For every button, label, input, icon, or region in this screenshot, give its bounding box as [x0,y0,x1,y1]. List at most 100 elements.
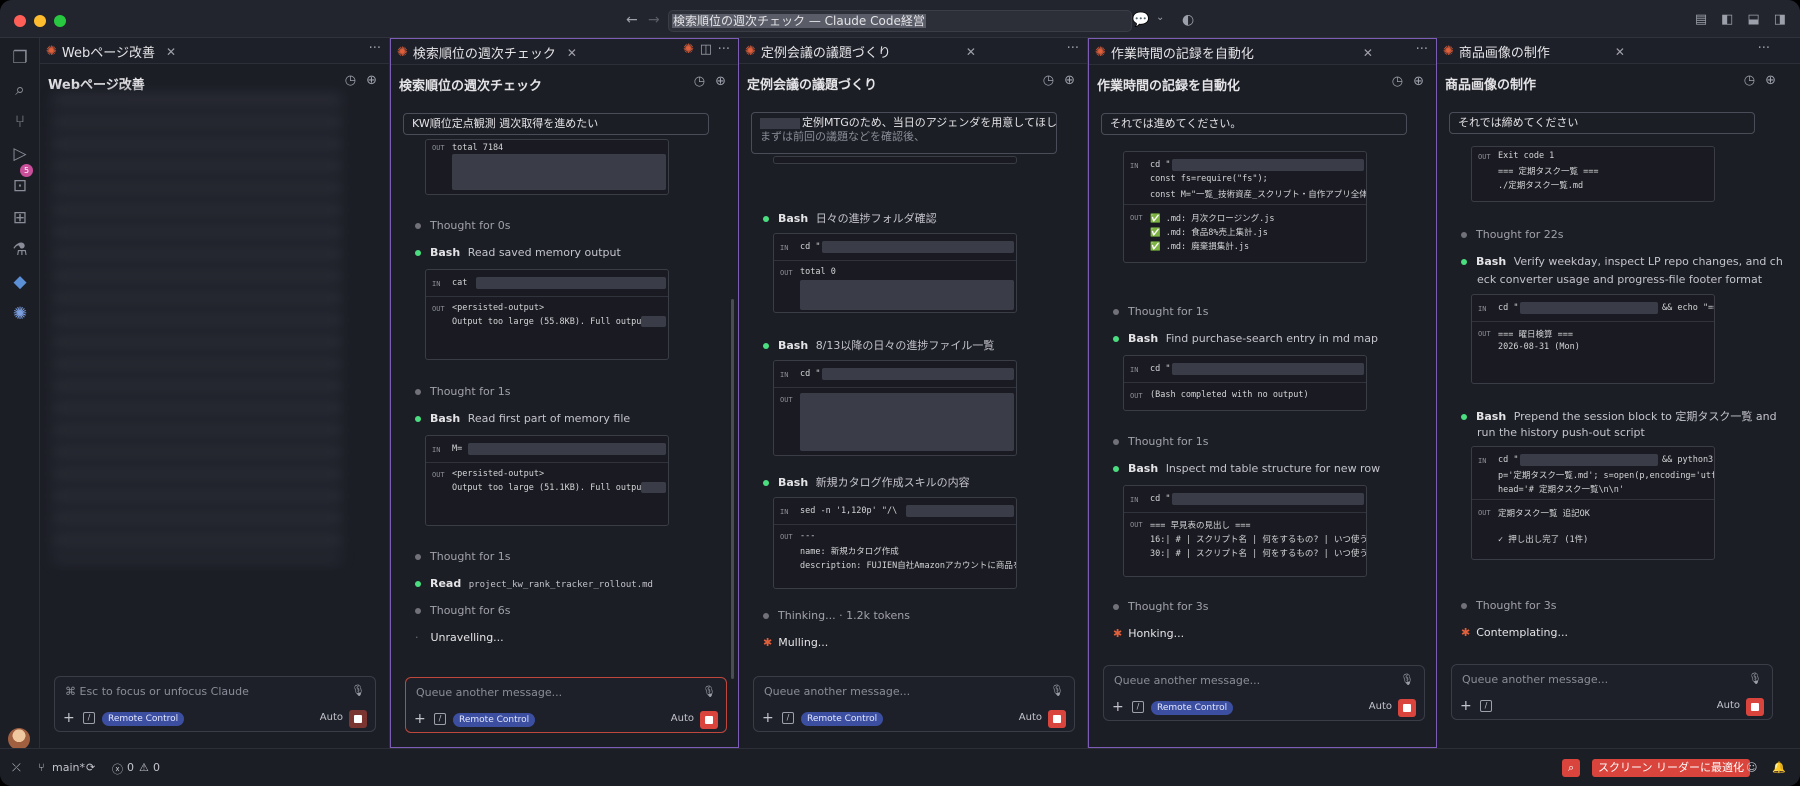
new-chat-icon[interactable]: ⊕ [366,73,377,88]
mic-icon[interactable]: 🎙 [351,684,365,697]
close-tab-icon[interactable]: ✕ [166,45,176,59]
tab-time-tracking[interactable]: ✺ 作業時間の記録を自動化 ✕ [1095,43,1373,62]
message-input[interactable]: ⌘ Esc to focus or unfocus Claude 🎙 + / R… [54,676,376,732]
history-icon[interactable]: ◷ [1392,74,1403,89]
command-center-search[interactable]: 検索順位の週次チェック — Claude Code経営 [668,10,1132,32]
add-icon[interactable]: + [1460,698,1472,714]
add-icon[interactable]: + [1112,699,1124,715]
minimize-window-button[interactable] [34,15,46,27]
forward-arrow-icon[interactable]: → [648,12,660,28]
testing-icon[interactable]: ⚗ [10,240,30,260]
read-row[interactable]: Read project_kw_rank_tracker_rollout.md [415,577,653,590]
zoom-icon[interactable]: ⌕ [1562,759,1581,777]
remote-control-badge[interactable]: Remote Control [102,712,185,726]
close-tab-icon[interactable]: ✕ [1615,45,1625,59]
branch-icon[interactable]: ⑂ [38,761,45,774]
bell-icon[interactable]: 🔔 [1772,761,1786,774]
claude-icon[interactable]: ✺ [683,42,694,57]
bash-row[interactable]: Bash Read first part of memory file [415,412,630,425]
new-chat-icon[interactable]: ⊕ [1064,73,1075,88]
history-icon[interactable]: ◷ [1744,73,1755,88]
message-input[interactable]: Queue another message... 🎙 + / Auto [1451,664,1773,720]
error-icon[interactable]: ⓧ [112,761,123,777]
new-chat-icon[interactable]: ⊕ [715,74,726,89]
bash-row[interactable]: Bash Read saved memory output [415,246,621,259]
close-tab-icon[interactable]: ✕ [1363,46,1373,60]
warning-count[interactable]: 0 [153,761,160,774]
more-icon[interactable]: ··· [369,41,381,56]
bash-row[interactable]: Bash 8/13以降の日々の進捗ファイル一覧 [763,337,994,353]
source-control-icon[interactable]: ⑂ [10,112,30,132]
close-tab-icon[interactable]: ✕ [966,45,976,59]
claude-icon[interactable]: ✺ [10,304,30,324]
close-tab-icon[interactable]: ✕ [567,46,577,60]
message-input[interactable]: Queue another message... 🎙 + / Remote Co… [405,677,727,733]
history-icon[interactable]: ◷ [694,74,705,89]
chevron-down-icon[interactable]: ⌄ [1156,12,1164,23]
mic-icon[interactable]: 🎙 [1050,684,1064,697]
warning-icon[interactable]: ⚠ [139,761,149,774]
tab-kw-rank[interactable]: ✺ 検索順位の週次チェック ✕ [397,43,577,62]
bash-row[interactable]: Bash Verify weekday, inspect LP repo cha… [1461,255,1783,268]
search-icon[interactable]: ⌕ [10,80,30,100]
screen-reader-button[interactable]: スクリーン リーダーに最適化 [1592,759,1750,777]
add-icon[interactable]: + [63,710,75,726]
auto-mode[interactable]: Auto [671,713,694,724]
explorer-icon[interactable]: ❐ [10,48,30,68]
sync-icon[interactable]: ⟳ [86,761,95,774]
copilot-icon[interactable]: ◐ [1182,12,1194,28]
maximize-window-button[interactable] [54,15,66,27]
more-icon[interactable]: ··· [718,42,730,57]
auto-mode[interactable]: Auto [1019,712,1042,723]
split-icon[interactable]: ◫ [700,42,712,57]
message-input[interactable]: Queue another message... 🎙 + / Remote Co… [1103,665,1425,721]
remote-control-badge[interactable]: Remote Control [801,712,884,726]
slash-command-icon[interactable]: / [434,713,446,725]
mic-icon[interactable]: 🎙 [1400,673,1414,686]
branch-name[interactable]: main* [52,761,85,774]
history-icon[interactable]: ◷ [1043,73,1054,88]
auto-mode[interactable]: Auto [1369,701,1392,712]
back-arrow-icon[interactable]: ← [626,12,638,28]
auto-mode[interactable]: Auto [1717,700,1740,711]
add-icon[interactable]: + [762,710,774,726]
tab-meeting[interactable]: ✺ 定例会議の議題づくり ✕ [745,42,976,61]
scrollbar[interactable] [731,299,734,679]
remote-explorer-icon[interactable]: ⊡ [10,176,30,196]
more-icon[interactable]: ··· [1758,41,1770,56]
remote-control-badge[interactable]: Remote Control [1151,701,1234,715]
bash-row[interactable]: Bash 日々の進捗フォルダ確認 [763,210,937,226]
stop-button[interactable] [1048,710,1066,728]
chat-icon[interactable]: 💬 [1132,12,1149,28]
new-chat-icon[interactable]: ⊕ [1413,74,1424,89]
send-button[interactable] [349,710,367,728]
remote-control-badge[interactable]: Remote Control [453,713,536,727]
stop-button[interactable] [1746,698,1764,716]
more-icon[interactable]: ··· [1067,41,1079,56]
toggle-secondary-icon[interactable]: ◨ [1774,12,1786,27]
add-icon[interactable]: + [414,711,426,727]
slash-command-icon[interactable]: / [1132,701,1144,713]
bash-row[interactable]: Bash Inspect md table structure for new … [1113,462,1380,475]
toggle-primary-icon[interactable]: ◧ [1721,12,1733,27]
message-input[interactable]: Queue another message... 🎙 + / Remote Co… [753,676,1075,732]
stop-button[interactable] [700,711,718,729]
mic-icon[interactable]: 🎙 [702,685,716,698]
remote-icon[interactable]: ⤫ [12,761,21,775]
error-count[interactable]: 0 [127,761,134,774]
bash-row[interactable]: Bash Find purchase-search entry in md ma… [1113,332,1378,345]
bash-row[interactable]: Bash Prepend the session block to 定期タスク一… [1461,408,1777,424]
tab-web-page[interactable]: ✺ Webページ改善 ✕ [46,42,176,61]
slash-command-icon[interactable]: / [1480,700,1492,712]
tab-product-images[interactable]: ✺ 商品画像の制作 ✕ [1443,42,1625,61]
auto-mode[interactable]: Auto [320,712,343,723]
bash-row[interactable]: Bash 新規カタログ作成スキルの内容 [763,474,970,490]
extensions-icon[interactable]: ⊞ [10,208,30,228]
stop-button[interactable] [1398,699,1416,717]
copilot-status-icon[interactable]: ☺ [1746,761,1757,774]
mic-icon[interactable]: 🎙 [1748,672,1762,685]
new-chat-icon[interactable]: ⊕ [1765,73,1776,88]
more-icon[interactable]: ··· [1416,42,1428,57]
account-avatar[interactable] [8,728,30,750]
history-icon[interactable]: ◷ [345,73,356,88]
